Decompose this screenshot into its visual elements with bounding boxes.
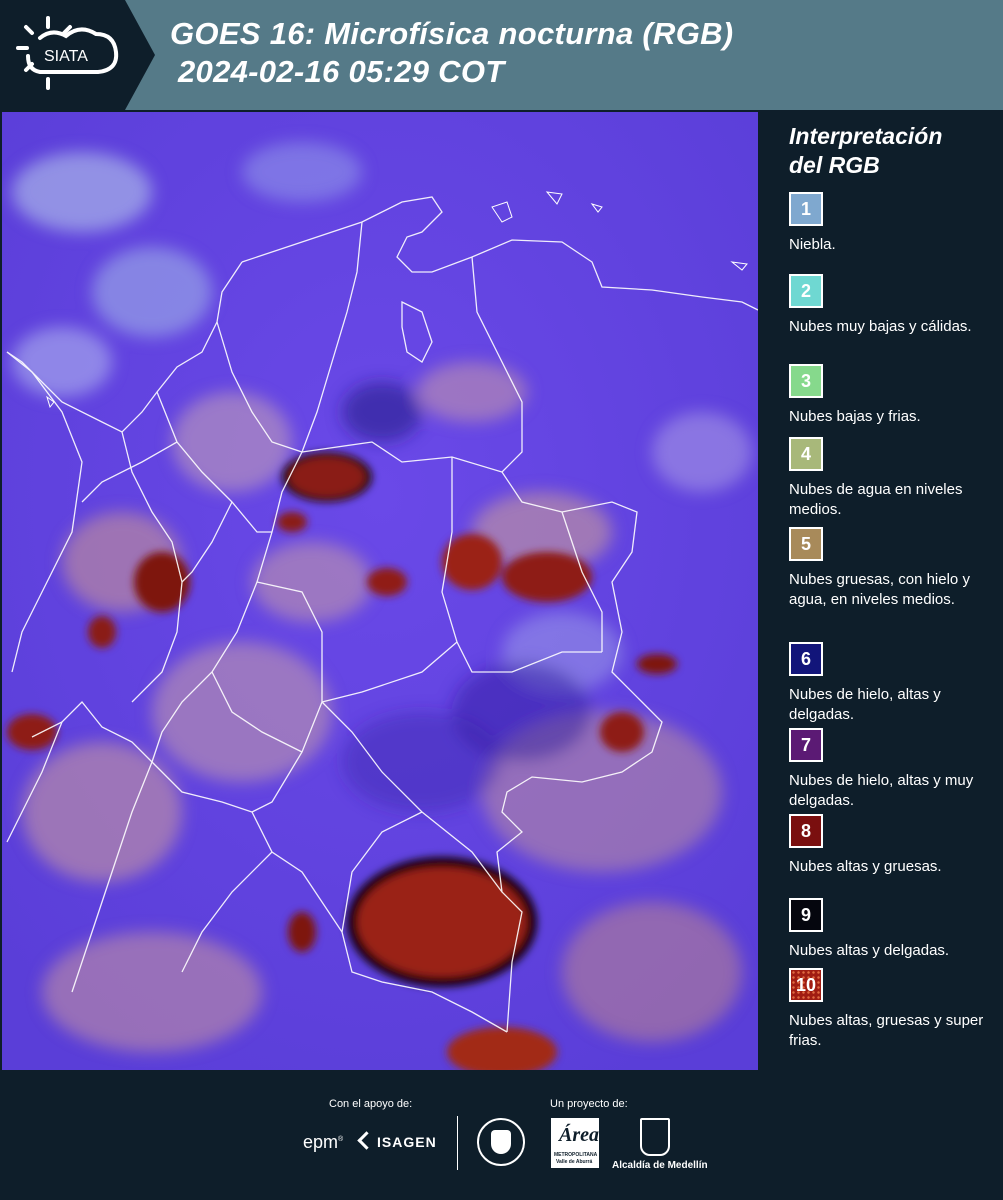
legend-item-2: 2 Nubes muy bajas y cálidas.	[789, 274, 999, 337]
legend-title: Interpretación del RGB	[789, 123, 943, 178]
siata-logo[interactable]: SIATA	[0, 0, 155, 110]
legend-swatch: 8	[789, 814, 823, 848]
legend-item-5: 5 Nubes gruesas, con hielo y agua, en niv…	[789, 527, 999, 610]
university-seal-logo[interactable]	[477, 1118, 525, 1166]
legend-item-6: 6 Nubes de hielo, altas y delgadas.	[789, 642, 999, 725]
legend-description: Nubes de hielo, altas y delgadas.	[789, 686, 941, 723]
support-label: Con el apoyo de:	[329, 1098, 413, 1110]
legend-swatch: 3	[789, 364, 823, 398]
legend-panel: Interpretación del RGB 1 Niebla. 2 Nubes mu…	[760, 112, 1003, 1070]
legend-swatch: 10	[789, 968, 823, 1002]
legend-item-1: 1 Niebla.	[789, 192, 999, 255]
alcaldia-label: Alcaldía de Medellín	[612, 1160, 708, 1171]
legend-swatch: 1	[789, 192, 823, 226]
title-timestamp: 2024-02-16 05:29 COT	[178, 54, 505, 89]
legend-item-9: 9 Nubes altas y delgadas.	[789, 898, 999, 961]
legend-description: Nubes de agua en niveles medios.	[789, 481, 963, 518]
siata-logo-text: SIATA	[44, 48, 88, 65]
title-product: GOES 16: Microfísica nocturna (RGB)	[170, 16, 734, 51]
legend-swatch: 9	[789, 898, 823, 932]
header: SIATA GOES 16: Microfísica nocturna (RGB…	[0, 0, 1003, 110]
footer: Con el apoyo de: Un proyecto de: epm® IS…	[0, 1070, 1003, 1200]
seal-shield-icon	[491, 1130, 511, 1154]
legend-swatch: 2	[789, 274, 823, 308]
isagen-icon	[357, 1131, 376, 1150]
epm-logo[interactable]: epm®	[303, 1132, 343, 1153]
legend-description: Nubes altas, gruesas y super frias.	[789, 1012, 984, 1049]
legend-item-8: 8 Nubes altas y gruesas.	[789, 814, 999, 877]
legend-swatch: 7	[789, 728, 823, 762]
satellite-map[interactable]	[2, 112, 758, 1070]
page-title: GOES 16: Microfísica nocturna (RGB) 2024…	[170, 15, 733, 91]
legend-swatch: 5	[789, 527, 823, 561]
legend-description: Nubes altas y gruesas.	[789, 858, 942, 875]
legend-item-10: 10 Nubes altas, gruesas y super frias.	[789, 968, 999, 1051]
footer-divider	[457, 1116, 458, 1170]
legend-description: Nubes de hielo, altas y muy delgadas.	[789, 772, 974, 809]
legend-item-4: 4 Nubes de agua en niveles medios.	[789, 437, 999, 520]
isagen-logo[interactable]: ISAGEN	[357, 1131, 437, 1150]
area-metropolitana-logo[interactable]: Área METROPOLITANA Valle de Aburrá	[551, 1118, 599, 1168]
legend-description: Nubes gruesas, con hielo y agua, en nive…	[789, 571, 970, 608]
legend-description: Nubes bajas y frias.	[789, 408, 921, 425]
legend-item-7: 7 Nubes de hielo, altas y muy delgadas.	[789, 728, 999, 811]
legend-description: Nubes altas y delgadas.	[789, 942, 950, 959]
legend-item-3: 3 Nubes bajas y frias.	[789, 364, 999, 427]
project-label: Un proyecto de:	[550, 1098, 628, 1110]
medellin-shield-icon[interactable]	[640, 1118, 670, 1156]
legend-swatch: 6	[789, 642, 823, 676]
legend-description: Nubes muy bajas y cálidas.	[789, 318, 972, 335]
legend-description: Niebla.	[789, 236, 836, 253]
legend-swatch: 4	[789, 437, 823, 471]
